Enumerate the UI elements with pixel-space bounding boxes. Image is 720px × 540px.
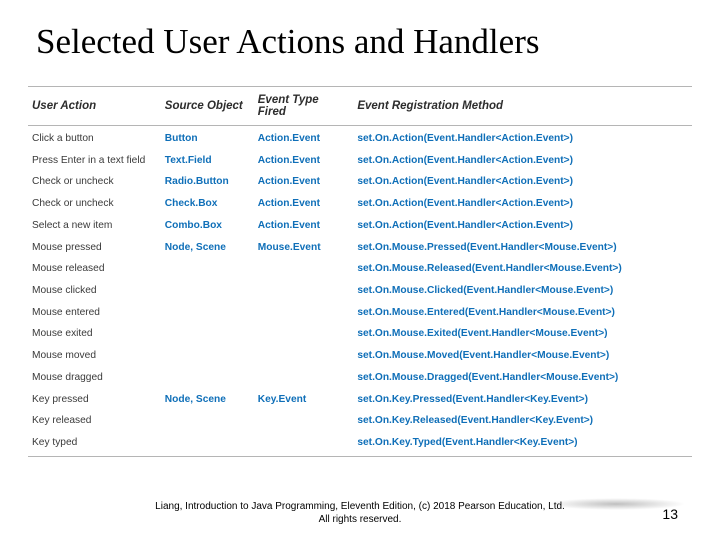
cell-registration-method: set.On.Action(Event.Handler<Action.Event… [353, 193, 692, 215]
cell-user-action: Key released [28, 410, 161, 432]
cell-registration-method: set.On.Mouse.Pressed(Event.Handler<Mouse… [353, 237, 692, 259]
cell-source-object: Radio.Button [161, 171, 254, 193]
cell-source-object [161, 432, 254, 456]
cell-user-action: Mouse pressed [28, 237, 161, 259]
cell-registration-method: set.On.Mouse.Clicked(Event.Handler<Mouse… [353, 280, 692, 302]
cell-event-type [254, 410, 354, 432]
table-row: Click a buttonButtonAction.Eventset.On.A… [28, 126, 692, 150]
col-event-type: Event Type Fired [254, 87, 354, 126]
cell-event-type [254, 258, 354, 280]
cell-user-action: Check or uncheck [28, 171, 161, 193]
col-source-object: Source Object [161, 87, 254, 126]
cell-user-action: Mouse dragged [28, 367, 161, 389]
cell-registration-method: set.On.Action(Event.Handler<Action.Event… [353, 150, 692, 172]
table-row: Key typed set.On.Key.Typed(Event.Handler<… [28, 432, 692, 456]
cell-user-action: Select a new item [28, 215, 161, 237]
cell-registration-method: set.On.Key.Typed(Event.Handler<Key.Event… [353, 432, 692, 456]
cell-user-action: Key typed [28, 432, 161, 456]
table-row: Press Enter in a text fieldText.FieldAct… [28, 150, 692, 172]
cell-source-object: Combo.Box [161, 215, 254, 237]
table-row: Check or uncheckRadio.ButtonAction.Event… [28, 171, 692, 193]
table-row: Key pressedNode, SceneKey.Eventset.On.Ke… [28, 389, 692, 411]
table-row: Mouse released set.On.Mouse.Released(Even… [28, 258, 692, 280]
cell-event-type: Action.Event [254, 193, 354, 215]
table-header-row: User Action Source Object Event Type Fir… [28, 87, 692, 126]
cell-user-action: Press Enter in a text field [28, 150, 161, 172]
table-row: Key released set.On.Key.Released(Event.Ha… [28, 410, 692, 432]
slide: Selected User Actions and Handlers User … [0, 0, 720, 540]
cell-event-type [254, 345, 354, 367]
table-row: Mouse pressedNode, SceneMouse.Eventset.O… [28, 237, 692, 259]
cell-event-type: Key.Event [254, 389, 354, 411]
col-registration: Event Registration Method [353, 87, 692, 126]
cell-source-object [161, 323, 254, 345]
table-row: Check or uncheckCheck.BoxAction.Eventset… [28, 193, 692, 215]
cell-event-type [254, 302, 354, 324]
cell-user-action: Mouse exited [28, 323, 161, 345]
table-row: Mouse clicked set.On.Mouse.Clicked(Event.… [28, 280, 692, 302]
cell-event-type [254, 367, 354, 389]
cell-registration-method: set.On.Key.Pressed(Event.Handler<Key.Eve… [353, 389, 692, 411]
cell-registration-method: set.On.Mouse.Moved(Event.Handler<Mouse.E… [353, 345, 692, 367]
cell-event-type: Action.Event [254, 126, 354, 150]
cell-registration-method: set.On.Action(Event.Handler<Action.Event… [353, 215, 692, 237]
cell-source-object: Node, Scene [161, 237, 254, 259]
table-row: Mouse moved set.On.Mouse.Moved(Event.Hand… [28, 345, 692, 367]
footer-line-2: All rights reserved. [0, 514, 720, 527]
cell-user-action: Mouse released [28, 258, 161, 280]
table-row: Mouse dragged set.On.Mouse.Dragged(Event.… [28, 367, 692, 389]
cell-event-type: Action.Event [254, 171, 354, 193]
cell-source-object [161, 367, 254, 389]
cell-event-type [254, 280, 354, 302]
cell-user-action: Mouse moved [28, 345, 161, 367]
cell-user-action: Check or uncheck [28, 193, 161, 215]
cell-registration-method: set.On.Mouse.Exited(Event.Handler<Mouse.… [353, 323, 692, 345]
cell-event-type [254, 432, 354, 456]
cell-registration-method: set.On.Key.Released(Event.Handler<Key.Ev… [353, 410, 692, 432]
cell-source-object [161, 280, 254, 302]
cell-source-object [161, 345, 254, 367]
footer: Liang, Introduction to Java Programming,… [0, 501, 720, 526]
cell-user-action: Key pressed [28, 389, 161, 411]
page-number: 13 [662, 506, 678, 522]
page-title: Selected User Actions and Handlers [36, 22, 692, 62]
table-row: Mouse exited set.On.Mouse.Exited(Event.Ha… [28, 323, 692, 345]
cell-event-type: Action.Event [254, 150, 354, 172]
cell-registration-method: set.On.Action(Event.Handler<Action.Event… [353, 126, 692, 150]
table-row: Select a new itemCombo.BoxAction.Eventse… [28, 215, 692, 237]
cell-source-object [161, 410, 254, 432]
col-user-action: User Action [28, 87, 161, 126]
cell-registration-method: set.On.Action(Event.Handler<Action.Event… [353, 171, 692, 193]
cell-source-object: Node, Scene [161, 389, 254, 411]
cell-event-type: Mouse.Event [254, 237, 354, 259]
events-table: User Action Source Object Event Type Fir… [28, 87, 692, 456]
cell-registration-method: set.On.Mouse.Dragged(Event.Handler<Mouse… [353, 367, 692, 389]
cell-event-type: Action.Event [254, 215, 354, 237]
cell-source-object: Text.Field [161, 150, 254, 172]
footer-line-1: Liang, Introduction to Java Programming,… [0, 501, 720, 514]
cell-user-action: Click a button [28, 126, 161, 150]
cell-registration-method: set.On.Mouse.Released(Event.Handler<Mous… [353, 258, 692, 280]
cell-user-action: Mouse entered [28, 302, 161, 324]
cell-user-action: Mouse clicked [28, 280, 161, 302]
cell-source-object [161, 302, 254, 324]
cell-source-object [161, 258, 254, 280]
cell-registration-method: set.On.Mouse.Entered(Event.Handler<Mouse… [353, 302, 692, 324]
table-row: Mouse entered set.On.Mouse.Entered(Event.… [28, 302, 692, 324]
cell-source-object: Button [161, 126, 254, 150]
cell-source-object: Check.Box [161, 193, 254, 215]
events-table-wrap: User Action Source Object Event Type Fir… [28, 86, 692, 457]
cell-event-type [254, 323, 354, 345]
